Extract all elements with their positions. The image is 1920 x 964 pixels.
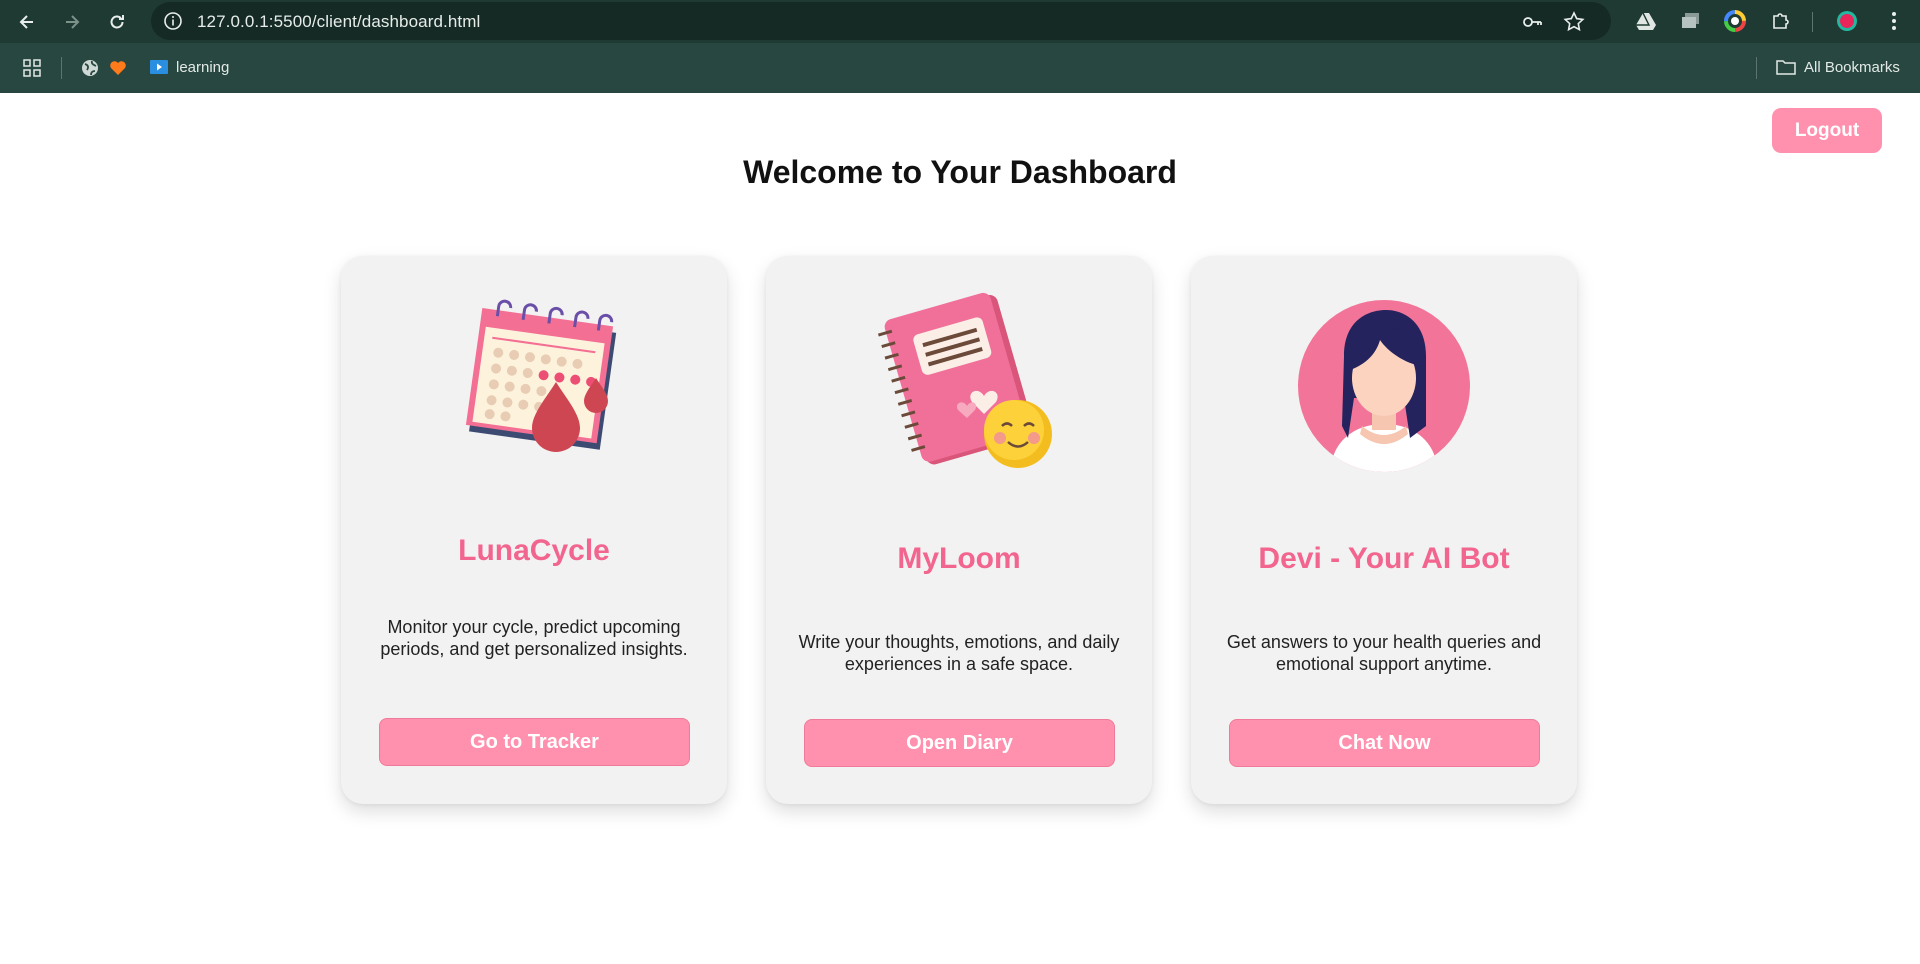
woman-avatar-icon	[1298, 300, 1470, 472]
card-description: Write your thoughts, emotions, and daily…	[798, 632, 1120, 674]
url-text: 127.0.0.1:5500/client/dashboard.html	[197, 12, 481, 31]
toolbar-divider	[1812, 12, 1813, 32]
diary-smiley-icon	[877, 292, 1052, 468]
lunacycle-card: LunaCycle Monitor your cycle, predict up…	[341, 256, 727, 804]
card-title: Devi - Your AI Bot	[1258, 542, 1510, 575]
back-arrow-icon	[19, 15, 33, 29]
bookmark-label: learning	[176, 58, 230, 76]
menu-kebab-icon[interactable]	[1883, 10, 1905, 32]
video-folder-icon	[150, 60, 168, 74]
folder-icon	[1776, 60, 1796, 75]
card-description: Monitor your cycle, predict upcoming per…	[380, 617, 688, 659]
profile-avatar-icon[interactable]	[1836, 10, 1858, 32]
page-title: Welcome to Your Dashboard	[743, 154, 1177, 190]
card-title: MyLoom	[897, 542, 1021, 575]
myloom-illustration	[766, 286, 1152, 476]
bookmarks-bar: learning All Bookmarks	[0, 43, 1920, 93]
bookmarks-divider	[61, 57, 62, 79]
all-bookmarks-button[interactable]: All Bookmarks	[1776, 55, 1900, 79]
card-description: Get answers to your health queries and e…	[1226, 632, 1542, 674]
card-title: LunaCycle	[458, 534, 610, 567]
password-key-icon[interactable]	[1521, 11, 1543, 33]
tab-manager-extension-icon[interactable]	[1680, 10, 1702, 32]
bookmark-learning[interactable]: learning	[150, 55, 229, 79]
all-bookmarks-label: All Bookmarks	[1804, 58, 1900, 76]
bookmark-star-icon[interactable]	[1563, 11, 1585, 33]
globe-icon[interactable]	[80, 58, 100, 78]
open-diary-button[interactable]: Open Diary	[804, 719, 1115, 767]
heart-icon[interactable]	[108, 58, 128, 78]
reload-icon	[110, 15, 124, 29]
devi-illustration	[1191, 286, 1577, 476]
chat-now-button[interactable]: Chat Now	[1229, 719, 1540, 767]
back-button[interactable]	[13, 8, 41, 36]
lunacycle-illustration	[341, 286, 727, 476]
site-info-icon[interactable]	[163, 11, 183, 31]
forward-button[interactable]	[58, 8, 86, 36]
address-bar[interactable]: 127.0.0.1:5500/client/dashboard.html	[151, 2, 1611, 40]
color-picker-extension-icon[interactable]	[1724, 10, 1746, 32]
calendar-blood-drop-icon	[465, 299, 617, 452]
myloom-card: MyLoom Write your thoughts, emotions, an…	[766, 256, 1152, 804]
bookmarks-divider-right	[1756, 57, 1757, 79]
drive-extension-icon[interactable]	[1635, 10, 1657, 32]
apps-grid-icon[interactable]	[22, 58, 42, 78]
browser-toolbar: 127.0.0.1:5500/client/dashboard.html	[0, 0, 1920, 43]
go-to-tracker-button[interactable]: Go to Tracker	[379, 718, 690, 766]
extensions-puzzle-icon[interactable]	[1770, 10, 1792, 32]
forward-arrow-icon	[66, 15, 80, 29]
reload-button[interactable]	[103, 8, 131, 36]
logout-button[interactable]: Logout	[1772, 108, 1882, 153]
devi-card: Devi - Your AI Bot Get answers to your h…	[1191, 256, 1577, 804]
